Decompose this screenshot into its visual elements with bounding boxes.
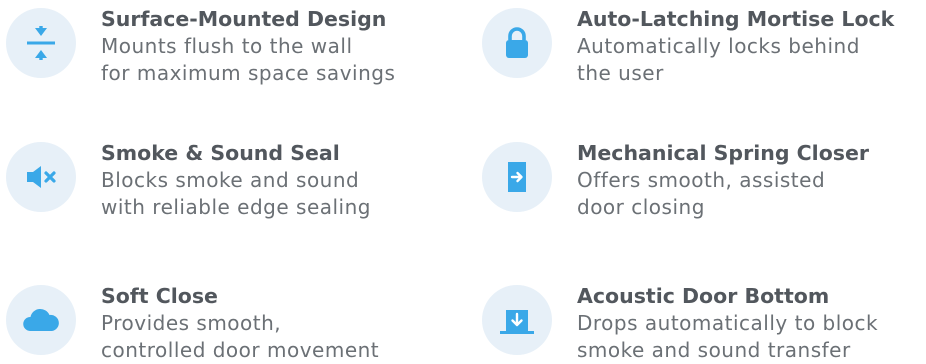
feature-soft-close: Soft Close Provides smooth, controlled d… <box>6 284 379 364</box>
feature-surface-mounted: Surface-Mounted Design Mounts flush to t… <box>6 7 395 87</box>
feature-description: Automatically locks behind the user <box>577 33 894 87</box>
feature-description: Offers smooth, assisted door closing <box>577 167 869 221</box>
feature-description-line: door closing <box>577 195 705 219</box>
door-arrow-icon <box>482 142 552 212</box>
feature-description-line: controlled door movement <box>101 338 380 362</box>
feature-description-line: Drops automatically to block <box>577 311 879 335</box>
cloud-icon <box>6 285 76 355</box>
feature-smoke-sound-seal: Smoke & Sound Seal Blocks smoke and soun… <box>6 141 371 221</box>
feature-description-line: for maximum space savings <box>101 61 396 85</box>
feature-description-line: Mounts flush to the wall <box>101 34 353 58</box>
feature-description-line: smoke and sound transfer <box>577 338 851 362</box>
feature-title: Smoke & Sound Seal <box>101 141 340 165</box>
compress-arrows-icon <box>6 8 76 78</box>
feature-title: Surface-Mounted Design <box>101 7 387 31</box>
feature-description-line: with reliable edge sealing <box>101 195 371 219</box>
feature-title: Acoustic Door Bottom <box>577 284 830 308</box>
feature-title: Auto-Latching Mortise Lock <box>577 7 895 31</box>
feature-description: Provides smooth, controlled door movemen… <box>101 310 379 364</box>
feature-description-line: Offers smooth, assisted <box>577 168 826 192</box>
feature-description: Drops automatically to block smoke and s… <box>577 310 878 364</box>
down-arrow-box-icon <box>482 285 552 355</box>
feature-description-line: Provides smooth, <box>101 311 282 335</box>
feature-description-line: the user <box>577 61 664 85</box>
feature-description-line: Blocks smoke and sound <box>101 168 360 192</box>
feature-title: Mechanical Spring Closer <box>577 141 870 165</box>
feature-description-line: Automatically locks behind <box>577 34 860 58</box>
lock-icon <box>482 8 552 78</box>
feature-spring-closer: Mechanical Spring Closer Offers smooth, … <box>482 141 869 221</box>
feature-description: Mounts flush to the wall for maximum spa… <box>101 33 395 87</box>
feature-title: Soft Close <box>101 284 218 308</box>
feature-auto-latching-lock: Auto-Latching Mortise Lock Automatically… <box>482 7 894 87</box>
feature-acoustic-door-bottom: Acoustic Door Bottom Drops automatically… <box>482 284 878 364</box>
speaker-mute-icon <box>6 142 76 212</box>
feature-description: Blocks smoke and sound with reliable edg… <box>101 167 371 221</box>
